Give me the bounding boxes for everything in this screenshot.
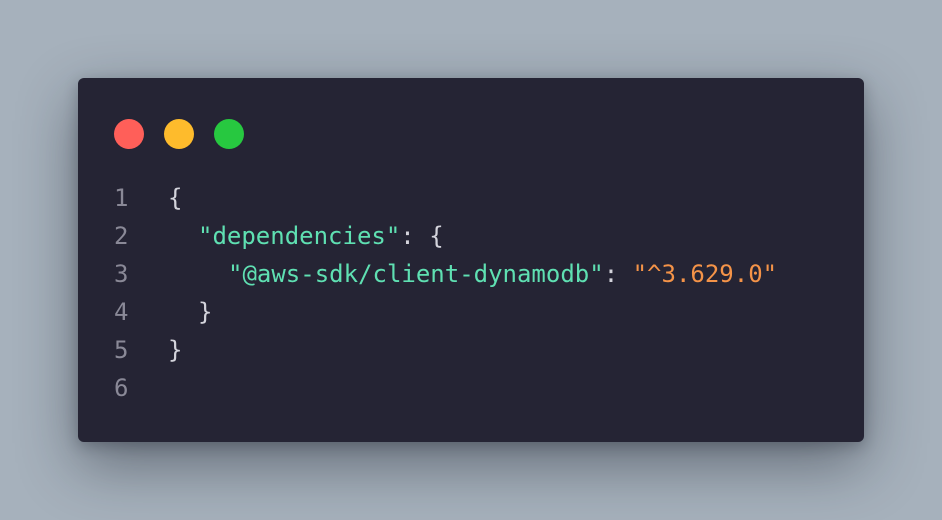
code-line: 3 "@aws-sdk/client-dynamodb" : "^3.629.0… (114, 255, 777, 293)
line-number: 5 (114, 336, 129, 364)
line-number: 1 (114, 184, 129, 212)
code-line: 1 { (114, 179, 777, 217)
code-token: "^3.629.0" (632, 260, 778, 288)
close-button[interactable] (114, 119, 144, 149)
code-token: } (168, 336, 183, 364)
code-line: 5 } (114, 331, 777, 369)
code-window: 1 { 2 "dependencies" : { 3 "@aws-sdk/cli… (78, 78, 864, 442)
minimize-button[interactable] (164, 119, 194, 149)
code-token: : (603, 260, 633, 288)
line-number: 3 (114, 260, 129, 288)
line-number: 2 (114, 222, 129, 250)
code-line: 2 "dependencies" : { (114, 217, 777, 255)
code-token: "@aws-sdk/client-dynamodb" (228, 260, 604, 288)
code-line: 4 } (114, 293, 777, 331)
window-controls (114, 119, 264, 149)
code-token: : { (400, 222, 444, 250)
code-token: { (168, 184, 183, 212)
code-token: } (198, 298, 213, 326)
code-token: "dependencies" (198, 222, 401, 250)
code-block: 1 { 2 "dependencies" : { 3 "@aws-sdk/cli… (114, 179, 777, 407)
line-number: 6 (114, 374, 129, 402)
line-number: 4 (114, 298, 129, 326)
code-line: 6 (114, 369, 777, 407)
maximize-button[interactable] (214, 119, 244, 149)
